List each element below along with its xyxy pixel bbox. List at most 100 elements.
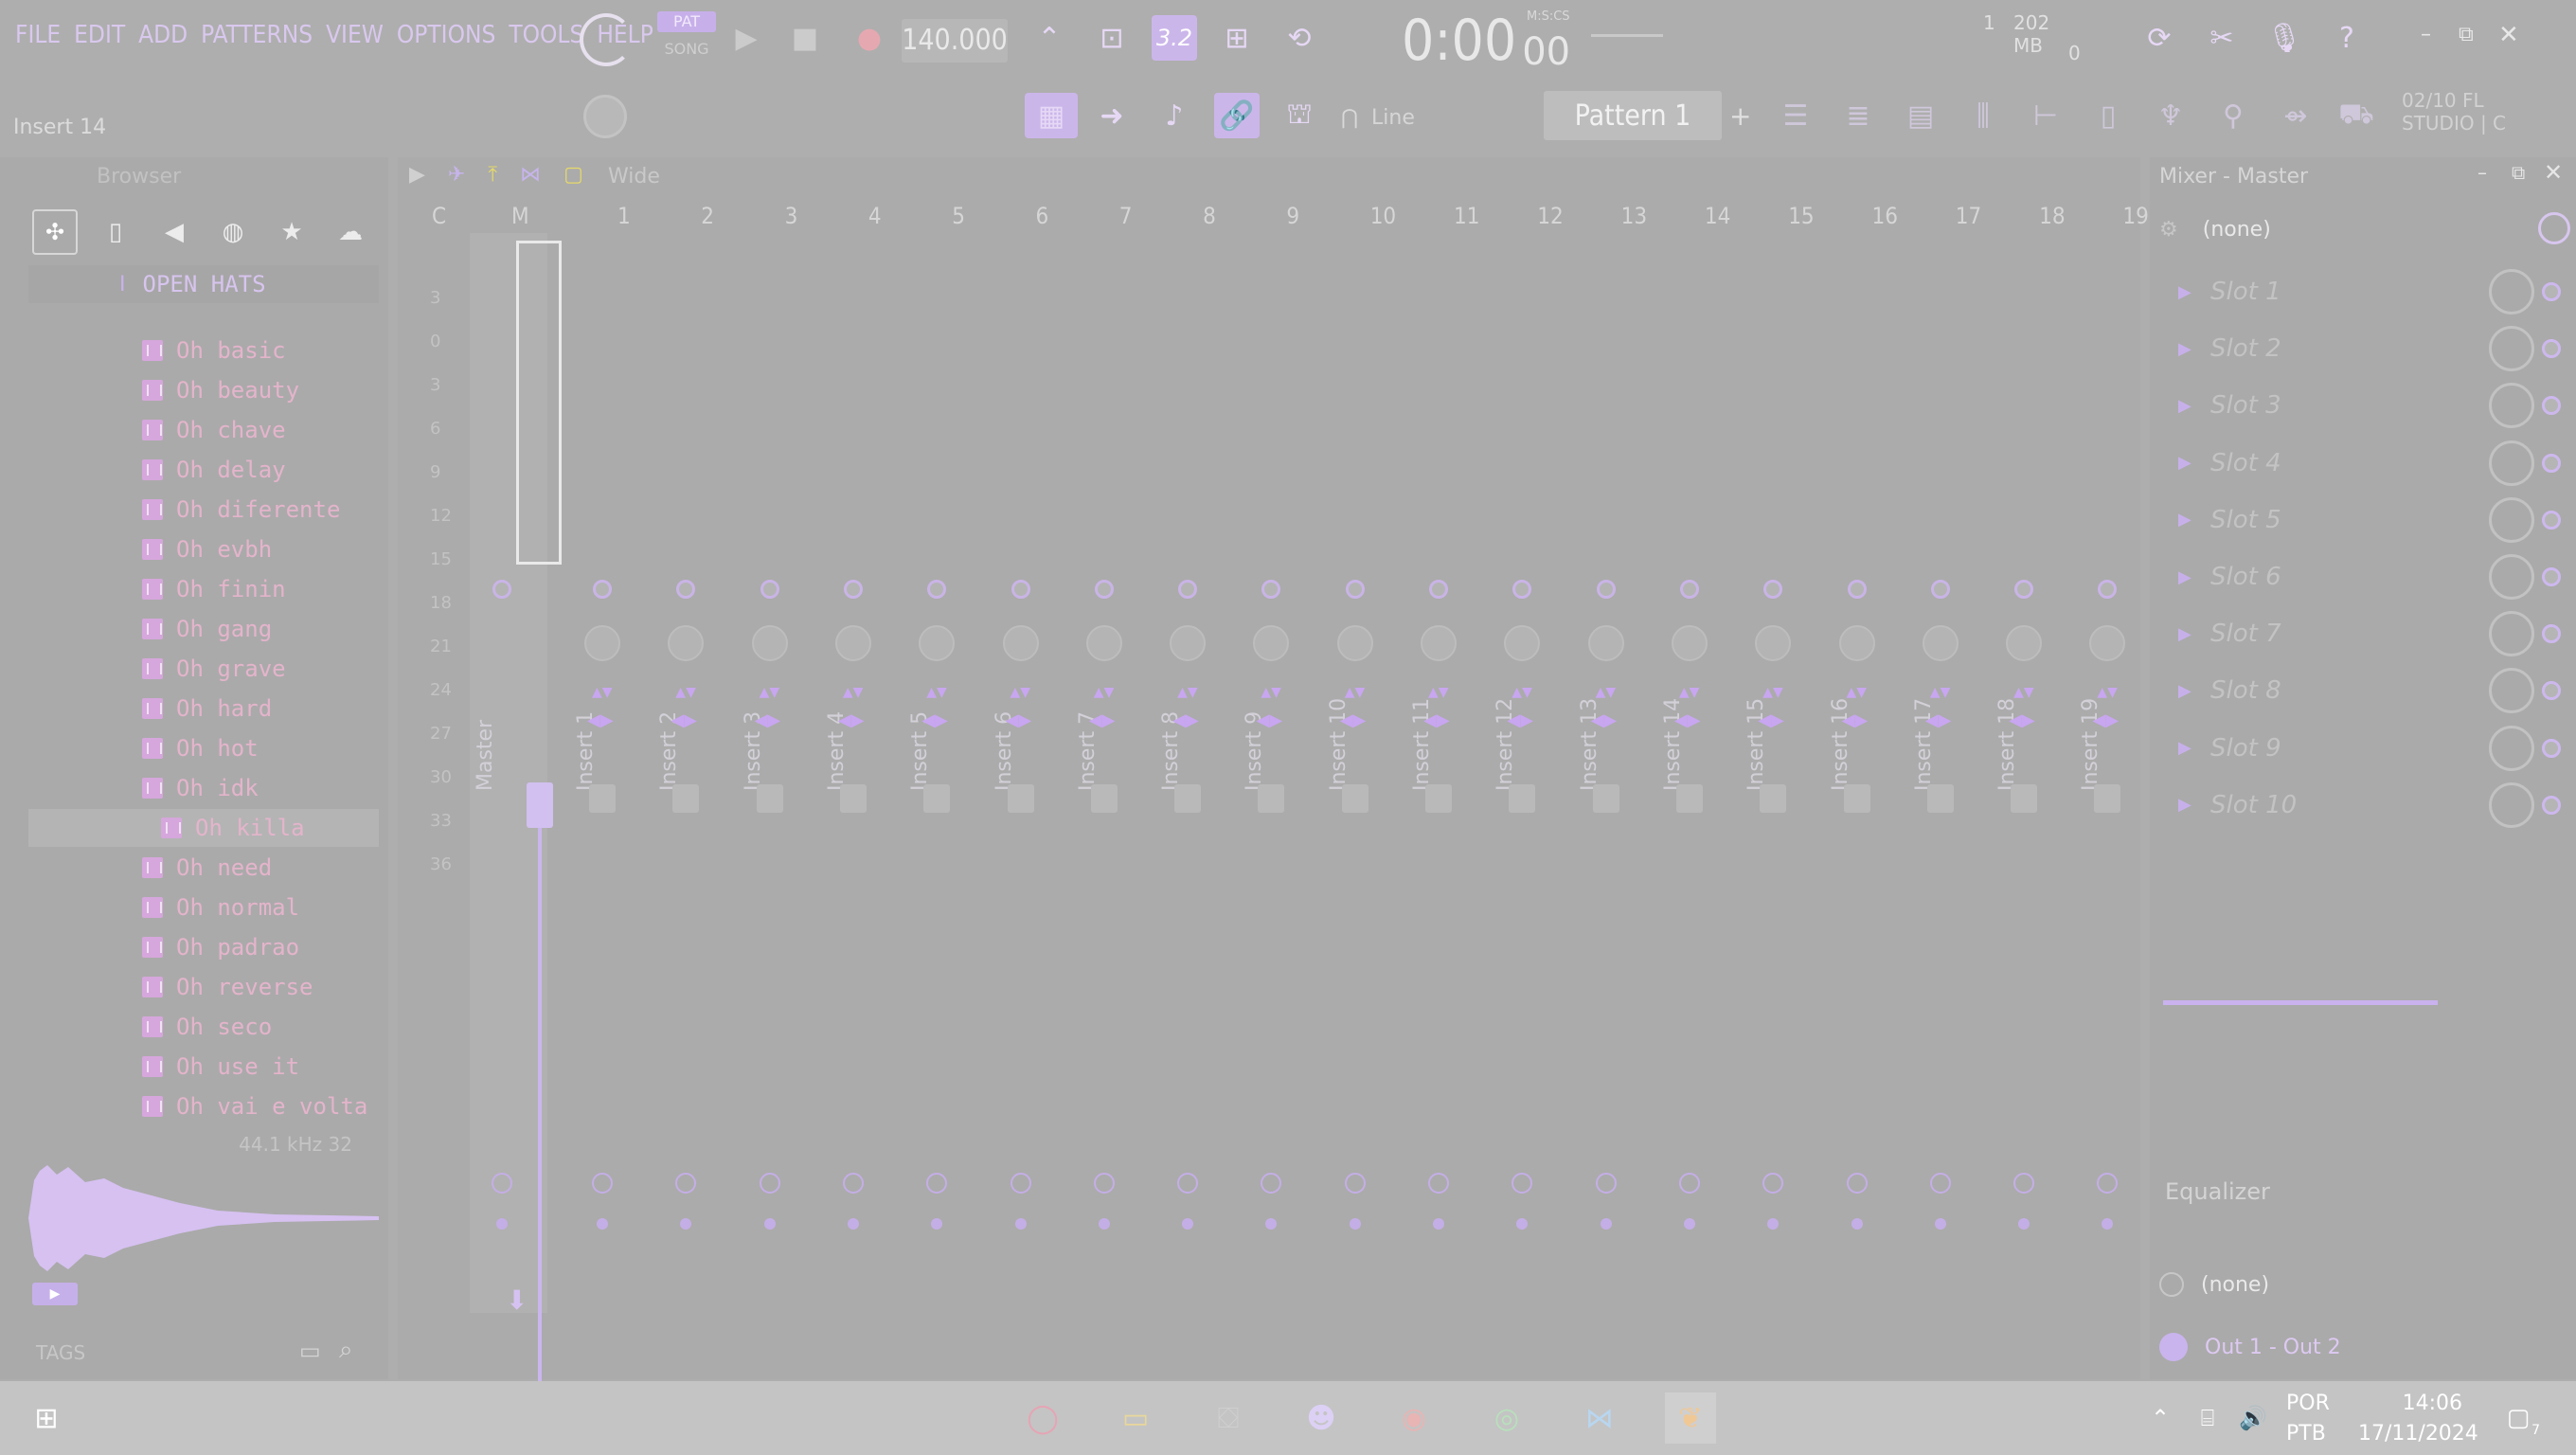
- browser-item[interactable]: Oh evbh: [142, 530, 272, 568]
- fx-slot[interactable]: ▶ Slot 5: [2169, 492, 2561, 548]
- stereo-sep-arrow[interactable]: ▲▼: [675, 686, 696, 707]
- refresh-icon[interactable]: ⟳: [2137, 15, 2182, 61]
- clock-icon[interactable]: [1595, 1173, 1617, 1194]
- clock-icon[interactable]: [1762, 1173, 1784, 1194]
- slot-mix-knob[interactable]: [2489, 269, 2534, 314]
- send-dot[interactable]: [1600, 1218, 1612, 1230]
- swap-arrow[interactable]: ◀▶: [587, 710, 614, 730]
- fader-handle[interactable]: [923, 784, 951, 813]
- cut-icon[interactable]: ✂: [2199, 15, 2245, 61]
- insert-strip[interactable]: Insert 12 ▲▼ ◀▶: [1480, 237, 1564, 1355]
- pan-knob[interactable]: [1922, 625, 1959, 661]
- route-dot[interactable]: [676, 580, 696, 599]
- insert-strip[interactable]: Insert 17 ▲▼ ◀▶: [1899, 237, 1982, 1355]
- output-select[interactable]: Out 1 - Out 2: [2159, 1326, 2567, 1368]
- stereo-sep-arrow[interactable]: ▲▼: [760, 686, 780, 707]
- insert-strip[interactable]: Insert 8 ▲▼ ◀▶: [1146, 237, 1229, 1355]
- pan-knob[interactable]: [1002, 625, 1039, 661]
- tray-chevron-icon[interactable]: ⌃: [2135, 1392, 2186, 1444]
- metronome-icon[interactable]: ⌃: [1027, 15, 1072, 61]
- menu-options[interactable]: OPTIONS: [397, 21, 495, 49]
- stamp-icon[interactable]: ⛫: [1277, 93, 1322, 138]
- clock-icon[interactable]: [1261, 1173, 1282, 1194]
- pan-knob[interactable]: [1085, 625, 1122, 661]
- fader-handle[interactable]: [1174, 784, 1202, 813]
- clock-icon[interactable]: [842, 1173, 864, 1194]
- windows-start-icon[interactable]: ⊞: [21, 1392, 72, 1444]
- stereo-sep-arrow[interactable]: ▲▼: [1094, 686, 1115, 707]
- recording-icon[interactable]: ⚲: [2210, 93, 2256, 138]
- route-dot[interactable]: [2098, 580, 2118, 599]
- swap-arrow[interactable]: ◀▶: [838, 710, 865, 730]
- slot-enable-toggle[interactable]: [2542, 567, 2561, 586]
- fader-handle[interactable]: [839, 784, 867, 813]
- mixer-menu-icon[interactable]: ▶: [409, 163, 425, 187]
- route-dot[interactable]: [1429, 580, 1448, 599]
- swap-arrow[interactable]: ◀▶: [1507, 710, 1533, 730]
- browser-item[interactable]: Oh reverse: [142, 968, 313, 1006]
- slot-enable-toggle[interactable]: [2542, 738, 2561, 758]
- slot-mix-knob[interactable]: [2489, 725, 2534, 771]
- stereo-sep-arrow[interactable]: ▲▼: [2097, 686, 2118, 707]
- route-dot[interactable]: [760, 580, 779, 599]
- restore-icon[interactable]: ⧉: [2459, 23, 2474, 46]
- tempo-display[interactable]: 140.000: [902, 19, 1008, 63]
- insert-strip[interactable]: Insert 1 ▲▼ ◀▶: [561, 237, 644, 1355]
- wait-input-icon[interactable]: ⊡: [1089, 15, 1135, 61]
- browser-item[interactable]: Oh vai e volta: [142, 1087, 367, 1123]
- piano-roll-icon[interactable]: ≣: [1835, 93, 1881, 138]
- send-dot[interactable]: [1349, 1218, 1361, 1230]
- route-dot[interactable]: [2014, 580, 2034, 599]
- clock-icon[interactable]: [592, 1173, 613, 1194]
- swap-arrow[interactable]: ◀▶: [755, 710, 781, 730]
- fader-handle[interactable]: [756, 784, 783, 813]
- pat-song-toggle[interactable]: PAT SONG: [657, 11, 716, 64]
- stereo-sep-arrow[interactable]: ▲▼: [1428, 686, 1449, 707]
- clock-icon[interactable]: [1010, 1173, 1031, 1194]
- clock-icon[interactable]: [2013, 1173, 2035, 1194]
- stereo-sep-arrow[interactable]: ▲▼: [1261, 686, 1281, 707]
- fader-handle[interactable]: [1592, 784, 1619, 813]
- loop-record-icon[interactable]: ⟲: [1277, 15, 1322, 61]
- input-select[interactable]: ⚙ (none): [2159, 210, 2534, 248]
- pan-knob[interactable]: [1671, 625, 1708, 661]
- route-dot[interactable]: [1596, 580, 1616, 599]
- swap-arrow[interactable]: ◀▶: [1423, 710, 1450, 730]
- input-clock-icon[interactable]: [2538, 212, 2570, 244]
- fader-handle[interactable]: [1258, 784, 1285, 813]
- fader-handle[interactable]: [589, 784, 616, 813]
- fx-slot[interactable]: ▶ Slot 1: [2169, 263, 2561, 320]
- insert-strip[interactable]: Insert 3 ▲▼ ◀▶: [728, 237, 812, 1355]
- clock-icon[interactable]: [675, 1173, 697, 1194]
- browser-item[interactable]: Oh beauty: [142, 371, 299, 409]
- insert-strip[interactable]: Insert 18 ▲▼ ◀▶: [1982, 237, 2066, 1355]
- pan-knob[interactable]: [2089, 625, 2126, 661]
- arrow-right-icon[interactable]: ➜: [1089, 93, 1135, 138]
- fader-handle[interactable]: [1509, 784, 1536, 813]
- pan-knob[interactable]: [1421, 625, 1457, 661]
- stereo-sep-arrow[interactable]: ▲▼: [1930, 686, 1951, 707]
- slot-expand-icon[interactable]: ▶: [2178, 738, 2205, 758]
- browser-item[interactable]: Oh chave: [142, 411, 286, 449]
- slot-mix-knob[interactable]: [2489, 496, 2534, 543]
- opera-icon[interactable]: ◯: [1017, 1392, 1068, 1444]
- stereo-sep-arrow[interactable]: ▲▼: [2013, 686, 2034, 707]
- insert-strip[interactable]: Insert 7 ▲▼ ◀▶: [1063, 237, 1146, 1355]
- clock[interactable]: 14:06 17/11/2024: [2358, 1389, 2478, 1449]
- fx-slot[interactable]: ▶ Slot 3: [2169, 377, 2561, 434]
- master-pitch-knob[interactable]: [583, 95, 627, 138]
- fader-handle[interactable]: [1090, 784, 1118, 813]
- fader-handle[interactable]: [1007, 784, 1034, 813]
- pan-knob[interactable]: [834, 625, 871, 661]
- plugin-icon[interactable]: ♆: [2148, 93, 2193, 138]
- send-dot[interactable]: [1851, 1218, 1863, 1230]
- menu-view[interactable]: VIEW: [326, 21, 384, 49]
- pan-knob[interactable]: [584, 625, 620, 661]
- fx-slot[interactable]: ▶ Slot 8: [2169, 662, 2561, 719]
- output-none[interactable]: (none): [2159, 1266, 2567, 1303]
- clock-icon[interactable]: [2097, 1173, 2119, 1194]
- link-icon[interactable]: ⋈: [520, 163, 541, 187]
- route-dot[interactable]: [927, 580, 947, 599]
- fx-slot[interactable]: ▶ Slot 7: [2169, 605, 2561, 662]
- menu-file[interactable]: FILE: [15, 21, 61, 49]
